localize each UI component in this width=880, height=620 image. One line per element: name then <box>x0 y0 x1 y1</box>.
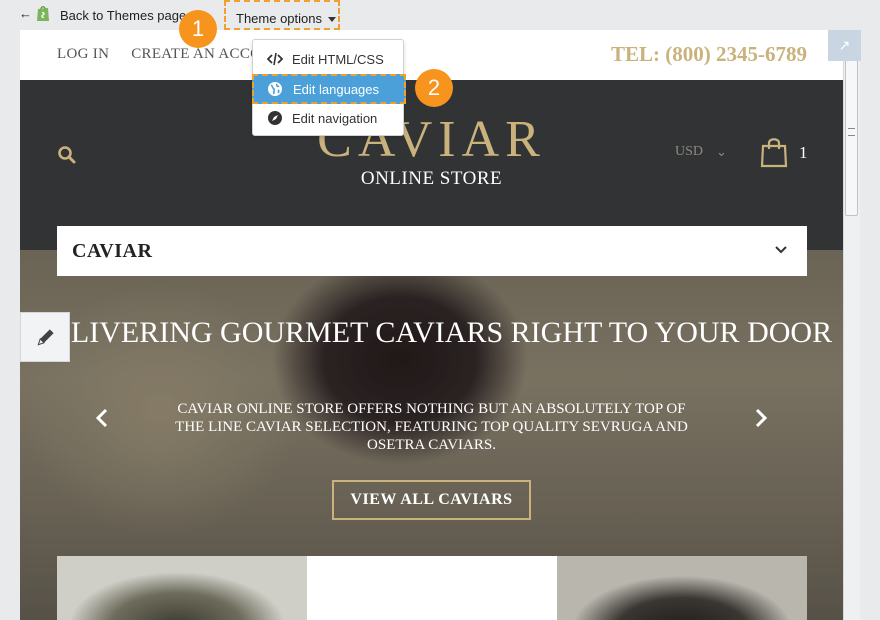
menu-item-label: Edit languages <box>293 82 380 97</box>
caret-down-icon <box>328 17 336 23</box>
menu-item-label: Edit HTML/CSS <box>292 52 384 67</box>
currency-selector[interactable]: USD <box>675 144 703 160</box>
step-marker-2: 2 <box>415 69 453 107</box>
chevron-down-icon[interactable]: ⌄ <box>716 144 727 160</box>
cart-count[interactable]: 1 <box>799 143 808 163</box>
chevron-left-icon[interactable] <box>95 408 109 428</box>
store-logo[interactable]: CAVIAR <box>20 110 843 169</box>
compass-icon <box>268 111 282 125</box>
chevron-right-icon[interactable] <box>754 408 768 428</box>
code-icon <box>267 52 283 66</box>
menu-item-edit-html-css[interactable]: Edit HTML/CSS <box>253 45 403 73</box>
shopping-bag-icon[interactable] <box>760 136 788 168</box>
back-to-themes-link[interactable]: Back to Themes page <box>60 8 186 23</box>
scrollbar-grip-icon <box>848 128 855 136</box>
theme-options-button[interactable]: Theme options <box>224 0 340 30</box>
phone-number: TEL: (800) 2345-6789 <box>611 42 807 66</box>
globe-icon <box>268 82 282 96</box>
product-tile-blank <box>307 556 557 620</box>
menu-item-edit-navigation[interactable]: Edit navigation <box>253 104 403 132</box>
shopify-bag-icon <box>37 6 49 21</box>
hero-title: DELIVERING GOURMET CAVIARS RIGHT TO YOUR… <box>30 316 833 349</box>
login-link[interactable]: LOG IN <box>57 46 109 62</box>
expand-icon[interactable]: ↗ <box>828 30 861 61</box>
main-nav-bar[interactable]: CAVIAR <box>57 226 807 276</box>
store-logo-subtitle: ONLINE STORE <box>360 168 503 189</box>
back-arrow-icon[interactable]: ← <box>19 6 32 21</box>
editor-top-bar: ← Back to Themes page Theme options <box>0 0 880 30</box>
scrollbar-thumb[interactable] <box>845 60 858 216</box>
chevron-down-icon[interactable] <box>775 244 787 256</box>
product-image[interactable] <box>57 556 307 620</box>
theme-options-dropdown: Edit HTML/CSS Edit languages Edit naviga… <box>252 39 406 136</box>
step-marker-1: 1 <box>179 10 217 48</box>
product-image[interactable] <box>557 556 807 620</box>
hero-description: CAVIAR ONLINE STORE OFFERS NOTHING BUT A… <box>175 401 688 453</box>
theme-options-label: Theme options <box>236 11 322 26</box>
nav-title: CAVIAR <box>72 240 153 262</box>
edit-pencil-button[interactable] <box>20 312 70 362</box>
menu-item-label: Edit navigation <box>292 111 378 126</box>
view-all-caviars-button[interactable]: VIEW ALL CAVIARS <box>332 480 531 520</box>
pencil-icon <box>37 329 54 346</box>
store-preview: LOG IN CREATE AN ACCOUNT TEL: (800) 2345-… <box>20 30 843 620</box>
menu-item-edit-languages[interactable]: Edit languages <box>252 74 406 104</box>
